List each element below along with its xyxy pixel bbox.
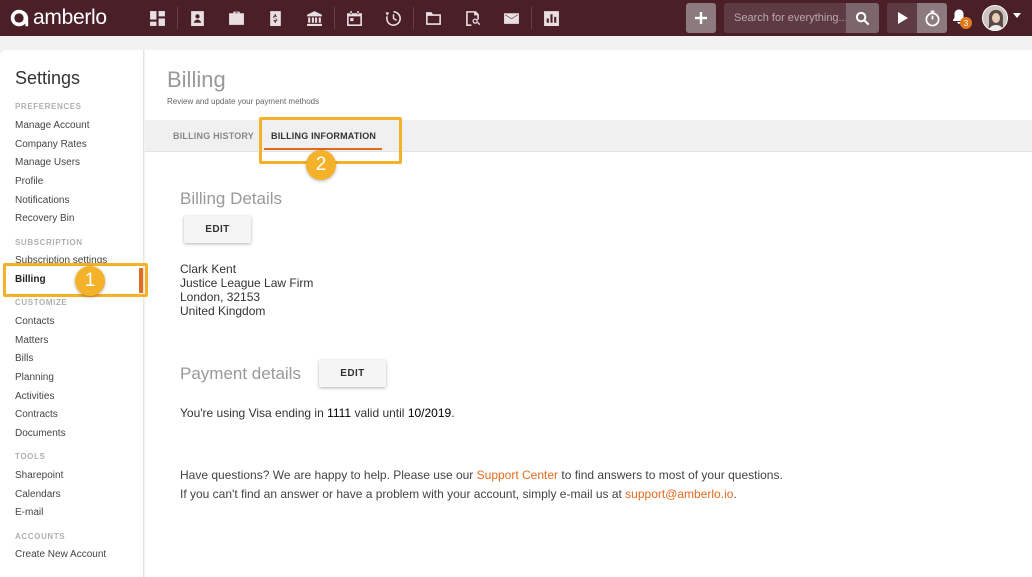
address-city: London, 32153	[180, 290, 261, 304]
sidebar-item-notifications[interactable]: Notifications	[15, 195, 69, 206]
sidebar-item-profile[interactable]: Profile	[15, 176, 43, 187]
stopwatch-button[interactable]	[917, 3, 947, 33]
edit-payment-details-button[interactable]: EDIT	[319, 360, 386, 387]
section-label-customize: CUSTOMIZE	[15, 298, 68, 307]
help-text-line-2: If you can't find an answer or have a pr…	[180, 487, 737, 501]
search-input[interactable]	[724, 3, 846, 33]
sidebar-item-recovery-bin[interactable]: Recovery Bin	[15, 213, 74, 224]
plus-icon	[695, 12, 707, 24]
time-entries-icon[interactable]	[374, 0, 413, 36]
stopwatch-icon	[925, 10, 939, 26]
calendar-icon[interactable]	[335, 0, 374, 36]
address-country: United Kingdom	[180, 304, 266, 318]
sidebar-item-documents[interactable]: Documents	[15, 428, 66, 439]
sidebar-item-create-new-account[interactable]: Create New Account	[15, 549, 106, 560]
sidebar-item-email[interactable]: E-mail	[15, 507, 43, 518]
payment-method-summary: You're using Visa ending in 1111 valid u…	[180, 406, 455, 420]
notifications-button[interactable]: 3	[951, 8, 972, 30]
reports-icon[interactable]	[532, 0, 571, 36]
step-marker-1: 1	[75, 266, 105, 296]
page-title: Billing	[167, 67, 226, 92]
payment-details-heading: Payment details	[180, 364, 301, 383]
card-expiry: 10/2019	[407, 406, 452, 420]
mail-icon[interactable]	[492, 0, 531, 36]
document-review-icon[interactable]	[453, 0, 492, 36]
card-last-four: 1111	[327, 406, 352, 420]
user-avatar[interactable]	[982, 5, 1008, 31]
support-email-link[interactable]: support@amberlo.io	[625, 487, 733, 501]
sidebar-item-manage-account[interactable]: Manage Account	[15, 120, 90, 131]
section-label-accounts: ACCOUNTS	[15, 532, 66, 541]
help-line1-suffix: to find answers to most of your question…	[558, 468, 783, 482]
documents-icon[interactable]	[414, 0, 453, 36]
sidebar-item-bills[interactable]: Bills	[15, 353, 33, 364]
sidebar-item-manage-users[interactable]: Manage Users	[15, 157, 80, 168]
top-navigation-bar: amberlo Search for everything... 3	[0, 0, 1032, 36]
help-line2-prefix: If you can't find an answer or have a pr…	[180, 487, 626, 501]
dashboard-icon[interactable]	[138, 0, 177, 36]
user-photo-icon	[983, 6, 1007, 30]
timer-controls	[887, 3, 947, 33]
help-line1-prefix: Have questions? We are happy to help. Pl…	[180, 468, 477, 482]
sidebar-item-contacts[interactable]: Contacts	[15, 316, 54, 327]
global-search	[724, 3, 879, 33]
matters-icon[interactable]	[217, 0, 256, 36]
help-line2-suffix: .	[733, 487, 737, 501]
sidebar-item-matters[interactable]: Matters	[15, 335, 48, 346]
play-icon	[897, 12, 908, 24]
bank-icon[interactable]	[295, 0, 334, 36]
main-nav-icons	[138, 0, 571, 36]
brand-logo[interactable]: amberlo	[8, 6, 107, 30]
help-text-line-1: Have questions? We are happy to help. Pl…	[180, 468, 783, 482]
sidebar-item-calendars[interactable]: Calendars	[15, 489, 61, 500]
payment-text-mid: valid until	[351, 406, 408, 420]
bills-icon[interactable]	[256, 0, 295, 36]
payment-text-suffix: .	[451, 406, 455, 420]
sidebar-item-planning[interactable]: Planning	[15, 372, 54, 383]
sidebar-item-contracts[interactable]: Contracts	[15, 409, 58, 420]
page-subtitle: Review and update your payment methods	[167, 97, 320, 106]
billing-details-heading: Billing Details	[180, 189, 283, 208]
sidebar-item-activities[interactable]: Activities	[15, 391, 54, 402]
section-label-subscription: SUBSCRIPTION	[15, 238, 83, 247]
search-button[interactable]	[846, 3, 879, 33]
contacts-icon[interactable]	[178, 0, 217, 36]
edit-billing-details-button[interactable]: EDIT	[184, 216, 251, 243]
support-center-link[interactable]: Support Center	[477, 468, 558, 482]
sidebar-title: Settings	[15, 68, 81, 88]
address-name: Clark Kent	[180, 262, 237, 276]
amberlo-logo-icon	[10, 9, 29, 27]
section-label-tools: TOOLS	[15, 452, 46, 461]
brand-name: amberlo	[33, 6, 107, 29]
quick-add-button[interactable]	[686, 3, 716, 33]
sidebar-item-company-rates[interactable]: Company Rates	[15, 139, 87, 150]
notification-count-badge: 3	[960, 17, 972, 29]
section-label-preferences: PREFERENCES	[15, 102, 82, 111]
search-icon	[855, 11, 870, 25]
tab-billing-history[interactable]: BILLING HISTORY	[173, 131, 254, 141]
settings-sidebar: Settings PREFERENCES Manage Account Comp…	[0, 50, 144, 577]
address-company: Justice League Law Firm	[180, 276, 314, 290]
step-marker-2: 2	[306, 150, 336, 180]
sidebar-item-sharepoint[interactable]: Sharepoint	[15, 470, 63, 481]
user-menu-caret-icon[interactable]	[1013, 13, 1021, 18]
payment-text-prefix: You're using Visa ending in	[180, 406, 328, 420]
start-timer-button[interactable]	[887, 3, 917, 33]
